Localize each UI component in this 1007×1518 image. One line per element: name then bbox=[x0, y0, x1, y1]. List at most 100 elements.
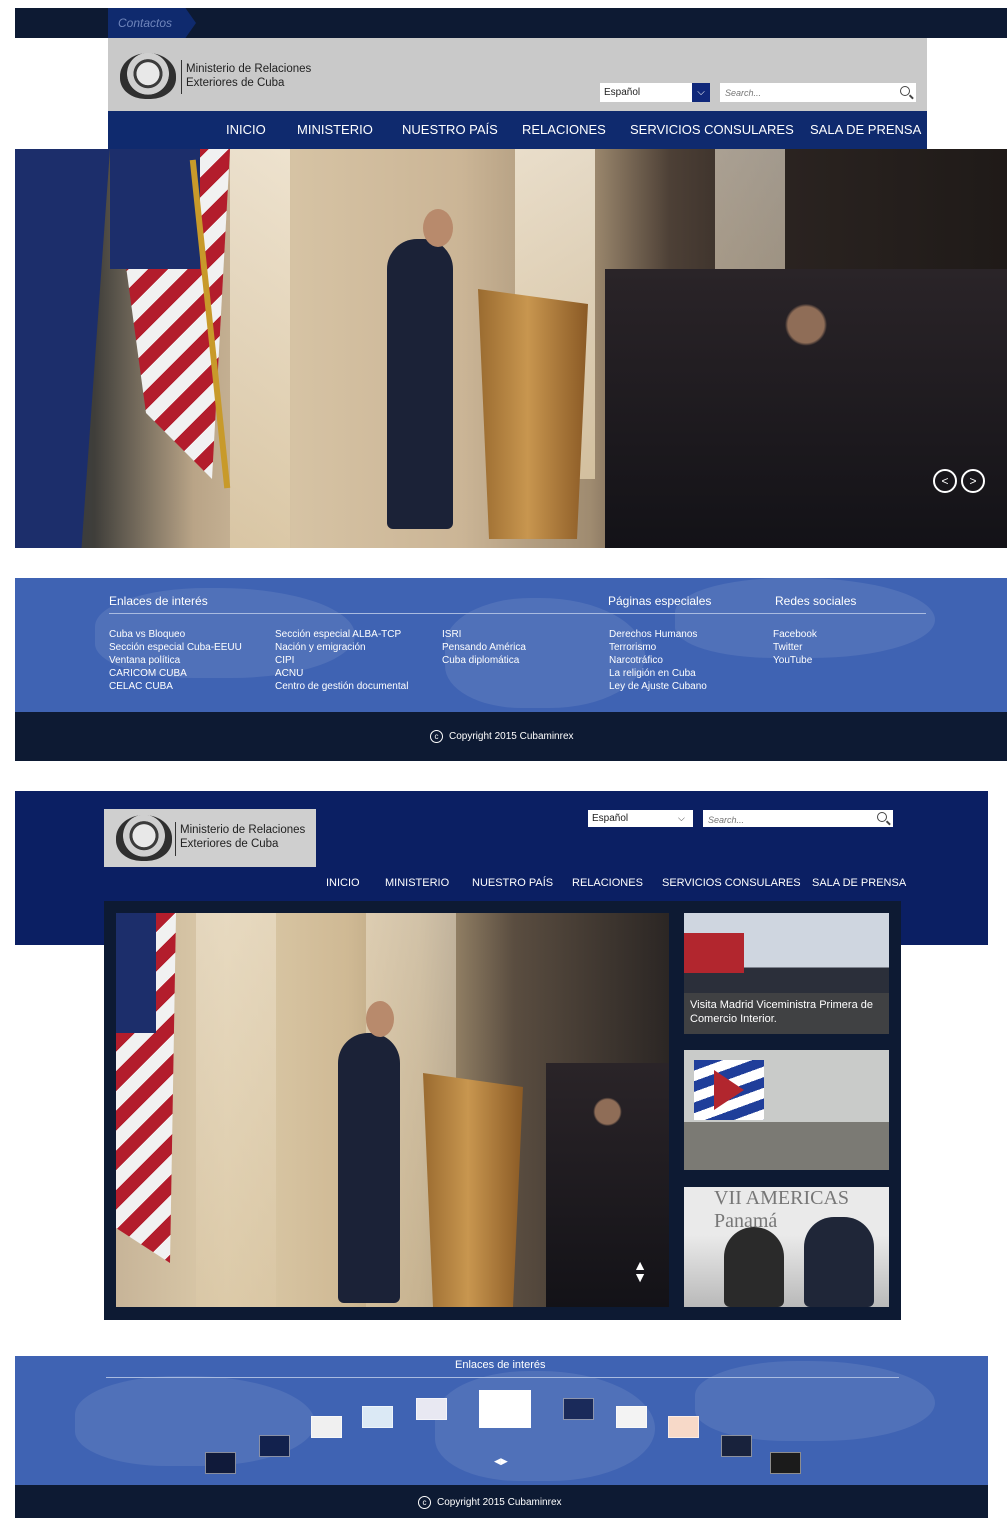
footer-col-1: Cuba vs Bloqueo Sección especial Cuba-EE… bbox=[109, 628, 242, 693]
flag-decoration bbox=[684, 933, 744, 973]
nav-servicios-consulares[interactable]: SERVICIOS CONSULARES bbox=[662, 877, 801, 889]
logo-line-2: Exteriores de Cuba bbox=[180, 838, 279, 850]
footer-col-5: Facebook Twitter YouTube bbox=[773, 628, 817, 667]
nav-ministerio[interactable]: MINISTERIO bbox=[385, 877, 449, 889]
footer-link[interactable]: Centro de gestión documental bbox=[275, 680, 408, 693]
copyright-text: Copyright 2015 Cubaminrex bbox=[437, 1497, 562, 1509]
nav-sala-de-prensa[interactable]: SALA DE PRENSA bbox=[810, 122, 921, 137]
footer-link[interactable]: Terrorismo bbox=[609, 641, 707, 654]
footer-logos: Enlaces de interés ◀▶ bbox=[15, 1356, 988, 1485]
footer-divider bbox=[109, 613, 926, 614]
footer-link[interactable]: CELAC CUBA bbox=[109, 680, 242, 693]
footer-link[interactable]: Derechos Humanos bbox=[609, 628, 707, 641]
chevron-down-icon[interactable]: ⌵ bbox=[692, 83, 710, 102]
hero-slider: < > bbox=[15, 149, 1007, 548]
person bbox=[804, 1217, 874, 1307]
nav-nuestro-pais[interactable]: NUESTRO PAÍS bbox=[402, 122, 498, 137]
chevron-down-icon[interactable]: ⌵ bbox=[678, 810, 692, 827]
audience bbox=[605, 269, 1007, 548]
nav-inicio[interactable]: INICIO bbox=[226, 122, 266, 137]
us-flag-canton bbox=[110, 149, 200, 269]
footer-col-3: ISRI Pensando América Cuba diplomática bbox=[442, 628, 526, 667]
next-slide-icon[interactable]: > bbox=[961, 469, 985, 493]
footer-link[interactable]: CIPI bbox=[275, 654, 408, 667]
hero-window bbox=[230, 149, 290, 548]
redes-heading: Redes sociales bbox=[775, 594, 857, 608]
speaker-head bbox=[423, 209, 453, 247]
speaker bbox=[338, 1033, 400, 1303]
coat-of-arms-icon[interactable] bbox=[120, 53, 176, 99]
footer-link[interactable]: La religión en Cuba bbox=[609, 667, 707, 680]
footer-link[interactable]: CARICOM CUBA bbox=[109, 667, 242, 680]
logo-tile[interactable] bbox=[563, 1398, 594, 1420]
footer-link[interactable]: ACNU bbox=[275, 667, 408, 680]
up-down-arrows-icon[interactable]: ▲ ▼ bbox=[630, 1258, 650, 1284]
footer-link[interactable]: Cuba diplomática bbox=[442, 654, 526, 667]
copyright-bar: c Copyright 2015 Cubaminrex bbox=[15, 712, 1007, 761]
nav-sala-de-prensa[interactable]: SALA DE PRENSA bbox=[812, 877, 906, 889]
footer-link[interactable]: Ley de Ajuste Cubano bbox=[609, 680, 707, 693]
logo-tile[interactable] bbox=[668, 1416, 699, 1438]
footer-link[interactable]: Pensando América bbox=[442, 641, 526, 654]
podium bbox=[423, 1073, 523, 1307]
logo-line-2: Exteriores de Cuba bbox=[186, 77, 285, 89]
twitter-link[interactable]: Twitter bbox=[773, 641, 817, 654]
enlaces-heading: Enlaces de interés bbox=[109, 594, 208, 608]
youtube-link[interactable]: YouTube bbox=[773, 654, 817, 667]
carousel-arrows-icon[interactable]: ◀▶ bbox=[494, 1456, 508, 1467]
footer-link[interactable]: Cuba vs Bloqueo bbox=[109, 628, 242, 641]
hero-window bbox=[196, 913, 276, 1307]
nav-servicios-consulares[interactable]: SERVICIOS CONSULARES bbox=[630, 122, 794, 137]
podium bbox=[478, 289, 588, 539]
search-icon[interactable] bbox=[877, 812, 887, 822]
logo-line-1: Ministerio de Relaciones bbox=[186, 63, 312, 75]
logo-line-1: Ministerio de Relaciones bbox=[180, 824, 306, 836]
search-input[interactable] bbox=[720, 83, 870, 103]
logo-tile[interactable] bbox=[721, 1435, 752, 1457]
contact-link[interactable]: Contactos bbox=[108, 8, 196, 38]
news-thumb-2[interactable] bbox=[684, 1050, 889, 1170]
search-input[interactable] bbox=[703, 811, 853, 829]
footer-link[interactable]: Sección especial ALBA-TCP bbox=[275, 628, 408, 641]
copyright-icon: c bbox=[418, 1496, 431, 1509]
speaker bbox=[387, 239, 453, 529]
footer-link[interactable]: Narcotráfico bbox=[609, 654, 707, 667]
copyright-text: Copyright 2015 Cubaminrex bbox=[449, 731, 574, 743]
coat-of-arms-icon bbox=[116, 815, 172, 861]
pensando-america-logo[interactable] bbox=[416, 1398, 447, 1420]
footer-link[interactable]: Nación y emigración bbox=[275, 641, 408, 654]
site-logo-text[interactable]: Ministerio de Relaciones Exteriores de C… bbox=[186, 62, 336, 90]
us-flag-canton bbox=[116, 913, 156, 1033]
main-nav: INICIO MINISTERIO NUESTRO PAÍS RELACIONE… bbox=[108, 111, 927, 149]
cipi-logo[interactable] bbox=[311, 1416, 342, 1438]
enlaces-heading: Enlaces de interés bbox=[455, 1359, 546, 1371]
world-map-decoration bbox=[695, 1361, 935, 1441]
prev-slide-icon[interactable]: < bbox=[933, 469, 957, 493]
copyright-bar: c Copyright 2015 Cubaminrex bbox=[15, 1485, 988, 1518]
nav-relaciones[interactable]: RELACIONES bbox=[522, 122, 606, 137]
nav-nuestro-pais[interactable]: NUESTRO PAÍS bbox=[472, 877, 553, 889]
footer-link[interactable]: Ventana política bbox=[109, 654, 242, 667]
logo-tile[interactable] bbox=[205, 1452, 236, 1474]
facebook-link[interactable]: Facebook bbox=[773, 628, 817, 641]
news-thumb-3[interactable]: VII AMERICAS Panamá bbox=[684, 1187, 889, 1307]
audience bbox=[546, 1063, 669, 1307]
nav-ministerio[interactable]: MINISTERIO bbox=[297, 122, 373, 137]
nav-relaciones[interactable]: RELACIONES bbox=[572, 877, 643, 889]
featured-image[interactable]: ▲ ▼ bbox=[116, 913, 669, 1307]
logo-tile[interactable] bbox=[616, 1406, 647, 1428]
paginas-heading: Páginas especiales bbox=[608, 594, 712, 608]
footer-link[interactable]: ISRI bbox=[442, 628, 526, 641]
logo-tile[interactable] bbox=[770, 1452, 801, 1474]
logo-divider bbox=[181, 60, 182, 94]
footer-link[interactable]: Sección especial Cuba-EEUU bbox=[109, 641, 242, 654]
celac-logo[interactable] bbox=[259, 1435, 290, 1457]
news-thumb-1[interactable]: Visita Madrid Viceministra Primera de Co… bbox=[684, 913, 889, 1034]
speaker-head bbox=[366, 1001, 394, 1037]
news-caption: Visita Madrid Viceministra Primera de Co… bbox=[684, 993, 889, 1034]
search-icon[interactable] bbox=[900, 86, 910, 96]
nacion-emigracion-logo[interactable] bbox=[479, 1390, 531, 1428]
logo-tile[interactable] bbox=[362, 1406, 393, 1428]
nav-inicio[interactable]: INICIO bbox=[326, 877, 360, 889]
cuban-flag bbox=[15, 149, 110, 548]
